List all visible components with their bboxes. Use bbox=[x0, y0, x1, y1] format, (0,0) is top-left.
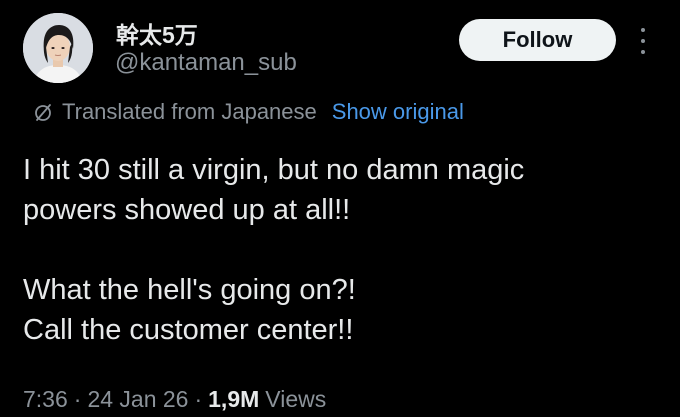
tweet-line: What the hell's going on?! bbox=[23, 274, 356, 306]
more-vertical-icon[interactable] bbox=[632, 26, 654, 56]
follow-button[interactable]: Follow bbox=[459, 19, 616, 61]
tweet-text: I hit 30 still a virgin, but no damn mag… bbox=[23, 150, 663, 350]
tweet-time[interactable]: 7:36 bbox=[23, 386, 68, 413]
tweet-date[interactable]: 24 Jan 26 bbox=[87, 386, 188, 413]
translate-icon bbox=[35, 104, 51, 121]
show-original-link[interactable]: Show original bbox=[332, 99, 464, 125]
translation-notice: Translated from Japanese Show original bbox=[33, 96, 464, 128]
more-dot bbox=[641, 28, 645, 32]
tweet-card: 幹太5万 @kantaman_sub Follow Translated fro… bbox=[0, 0, 680, 417]
translation-label: Translated from Japanese bbox=[62, 99, 317, 124]
avatar-photo-icon bbox=[23, 13, 93, 83]
tweet-line: I hit 30 still a virgin, but no damn mag… bbox=[23, 154, 525, 186]
meta-separator: · bbox=[73, 385, 82, 412]
author-display-name[interactable]: 幹太5万 bbox=[116, 16, 198, 50]
avatar[interactable] bbox=[23, 13, 93, 83]
more-dot bbox=[641, 39, 645, 43]
tweet-line: Call the customer center!! bbox=[23, 314, 354, 346]
views-count: 1,9M bbox=[208, 385, 260, 412]
tweet-meta: 7:36 · 24 Jan 26 · 1,9M Views bbox=[23, 382, 326, 416]
meta-separator: · bbox=[194, 385, 203, 412]
author-handle[interactable]: @kantaman_sub bbox=[115, 49, 297, 77]
more-dot bbox=[641, 50, 645, 54]
views-label: Views bbox=[265, 385, 327, 412]
tweet-line: powers showed up at all!! bbox=[23, 194, 351, 226]
